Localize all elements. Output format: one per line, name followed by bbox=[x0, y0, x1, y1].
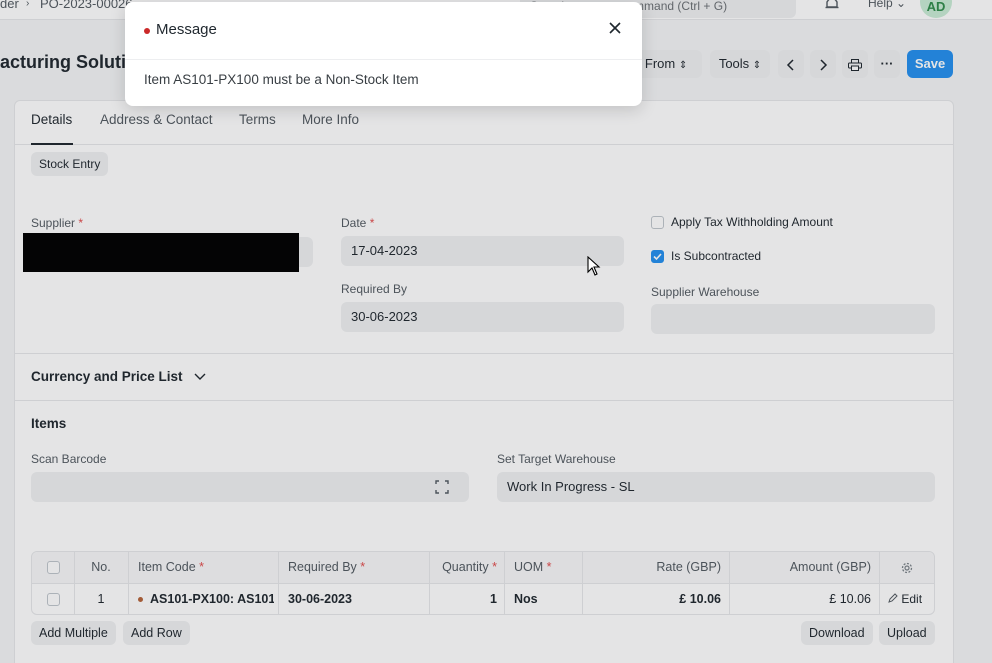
dialog-title: Message bbox=[156, 21, 217, 38]
indicator-dot bbox=[144, 28, 150, 34]
close-icon[interactable] bbox=[605, 18, 625, 38]
dialog-message: Item AS101-PX100 must be a Non-Stock Ite… bbox=[144, 72, 419, 87]
mouse-cursor-icon bbox=[587, 256, 601, 276]
dialog-header: Message bbox=[125, 2, 642, 60]
message-dialog: Message Item AS101-PX100 must be a Non-S… bbox=[125, 2, 642, 106]
